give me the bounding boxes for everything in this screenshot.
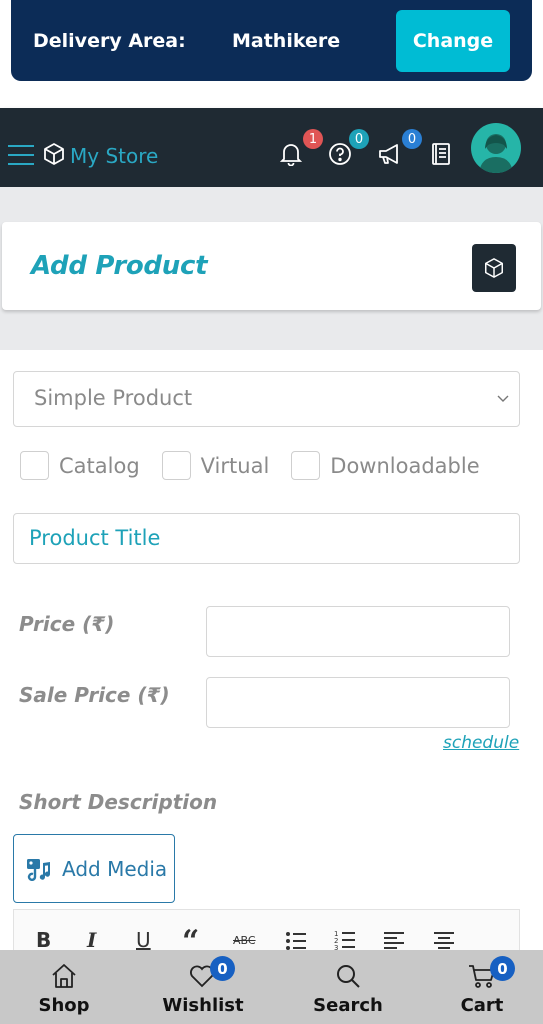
- checkbox-box[interactable]: [291, 451, 321, 480]
- price-label: Price (₹): [19, 612, 115, 636]
- store-box-icon: [44, 143, 64, 165]
- megaphone-icon[interactable]: [377, 142, 405, 166]
- search-icon: [337, 965, 360, 988]
- avatar[interactable]: [471, 123, 521, 173]
- product-type-select[interactable]: Simple Product: [13, 371, 520, 427]
- add-media-button[interactable]: Add Media: [13, 834, 175, 903]
- bell-icon[interactable]: [280, 142, 302, 166]
- page: Delivery Area: Mathikere Change My Store…: [0, 0, 543, 1024]
- product-title-input[interactable]: Product Title: [13, 513, 520, 564]
- downloadable-label: Downloadable: [330, 453, 480, 478]
- bottom-nav: Shop Wishlist 0 Search Cart 0: [0, 950, 543, 1024]
- home-icon: [52, 964, 76, 988]
- bullet-list-icon[interactable]: [285, 931, 307, 951]
- help-badge: 0: [349, 129, 369, 149]
- italic-icon[interactable]: I: [87, 928, 96, 952]
- sale-price-input[interactable]: [206, 677, 510, 728]
- delivery-area-value: Mathikere: [232, 29, 341, 52]
- nav-shop[interactable]: Shop: [9, 950, 119, 1024]
- chevron-down-icon: [497, 395, 509, 402]
- nav-cart[interactable]: Cart 0: [427, 950, 537, 1024]
- align-center-icon[interactable]: [434, 931, 456, 951]
- strikethrough-icon[interactable]: ABC: [233, 934, 256, 947]
- align-left-icon[interactable]: [384, 931, 406, 951]
- checkbox-box[interactable]: [20, 451, 49, 480]
- help-icon[interactable]: [328, 142, 352, 166]
- sale-price-label: Sale Price (₹): [19, 683, 170, 707]
- products-button[interactable]: [472, 244, 516, 292]
- add-product-card: Add Product: [2, 222, 541, 310]
- checkbox-box[interactable]: [161, 451, 191, 480]
- media-icon: [27, 858, 51, 881]
- menu-icon[interactable]: [8, 145, 34, 165]
- delivery-area-label: Delivery Area:: [33, 29, 186, 52]
- downloadable-checkbox[interactable]: Downloadable: [291, 451, 480, 480]
- wishlist-badge: 0: [210, 956, 235, 981]
- nav-search-label: Search: [313, 995, 383, 1016]
- catalog-checkbox[interactable]: Catalog: [20, 451, 140, 480]
- delivery-bar: Delivery Area: Mathikere Change: [11, 0, 532, 81]
- book-icon[interactable]: [430, 142, 452, 166]
- product-type-value: Simple Product: [34, 386, 193, 410]
- nav-shop-label: Shop: [38, 995, 90, 1016]
- store-name-link[interactable]: My Store: [70, 144, 158, 168]
- box-icon: [485, 258, 503, 278]
- virtual-checkbox[interactable]: Virtual: [161, 451, 270, 480]
- nav-search[interactable]: Search: [293, 950, 403, 1024]
- product-form: Simple Product Catalog Virtual Downloada…: [0, 350, 543, 959]
- underline-icon[interactable]: U: [136, 928, 151, 952]
- notifications-badge: 1: [303, 129, 323, 149]
- nav-cart-label: Cart: [460, 995, 504, 1016]
- announcements-badge: 0: [402, 129, 422, 149]
- add-media-label: Add Media: [62, 856, 168, 881]
- store-header: My Store 1 0 0: [0, 108, 543, 187]
- numbered-list-icon[interactable]: 1 2 3: [334, 929, 356, 951]
- short-description-label: Short Description: [19, 790, 218, 814]
- change-area-button[interactable]: Change: [396, 9, 510, 72]
- cart-badge: 0: [490, 956, 515, 981]
- page-title: Add Product: [31, 251, 208, 281]
- nav-wishlist[interactable]: Wishlist 0: [148, 950, 258, 1024]
- product-options: Catalog Virtual Downloadable: [20, 451, 502, 480]
- virtual-label: Virtual: [200, 453, 270, 478]
- schedule-link[interactable]: schedule: [443, 733, 519, 753]
- catalog-label: Catalog: [59, 453, 140, 478]
- bold-icon[interactable]: B: [36, 928, 51, 952]
- price-input[interactable]: [206, 606, 510, 657]
- nav-wishlist-label: Wishlist: [162, 995, 244, 1016]
